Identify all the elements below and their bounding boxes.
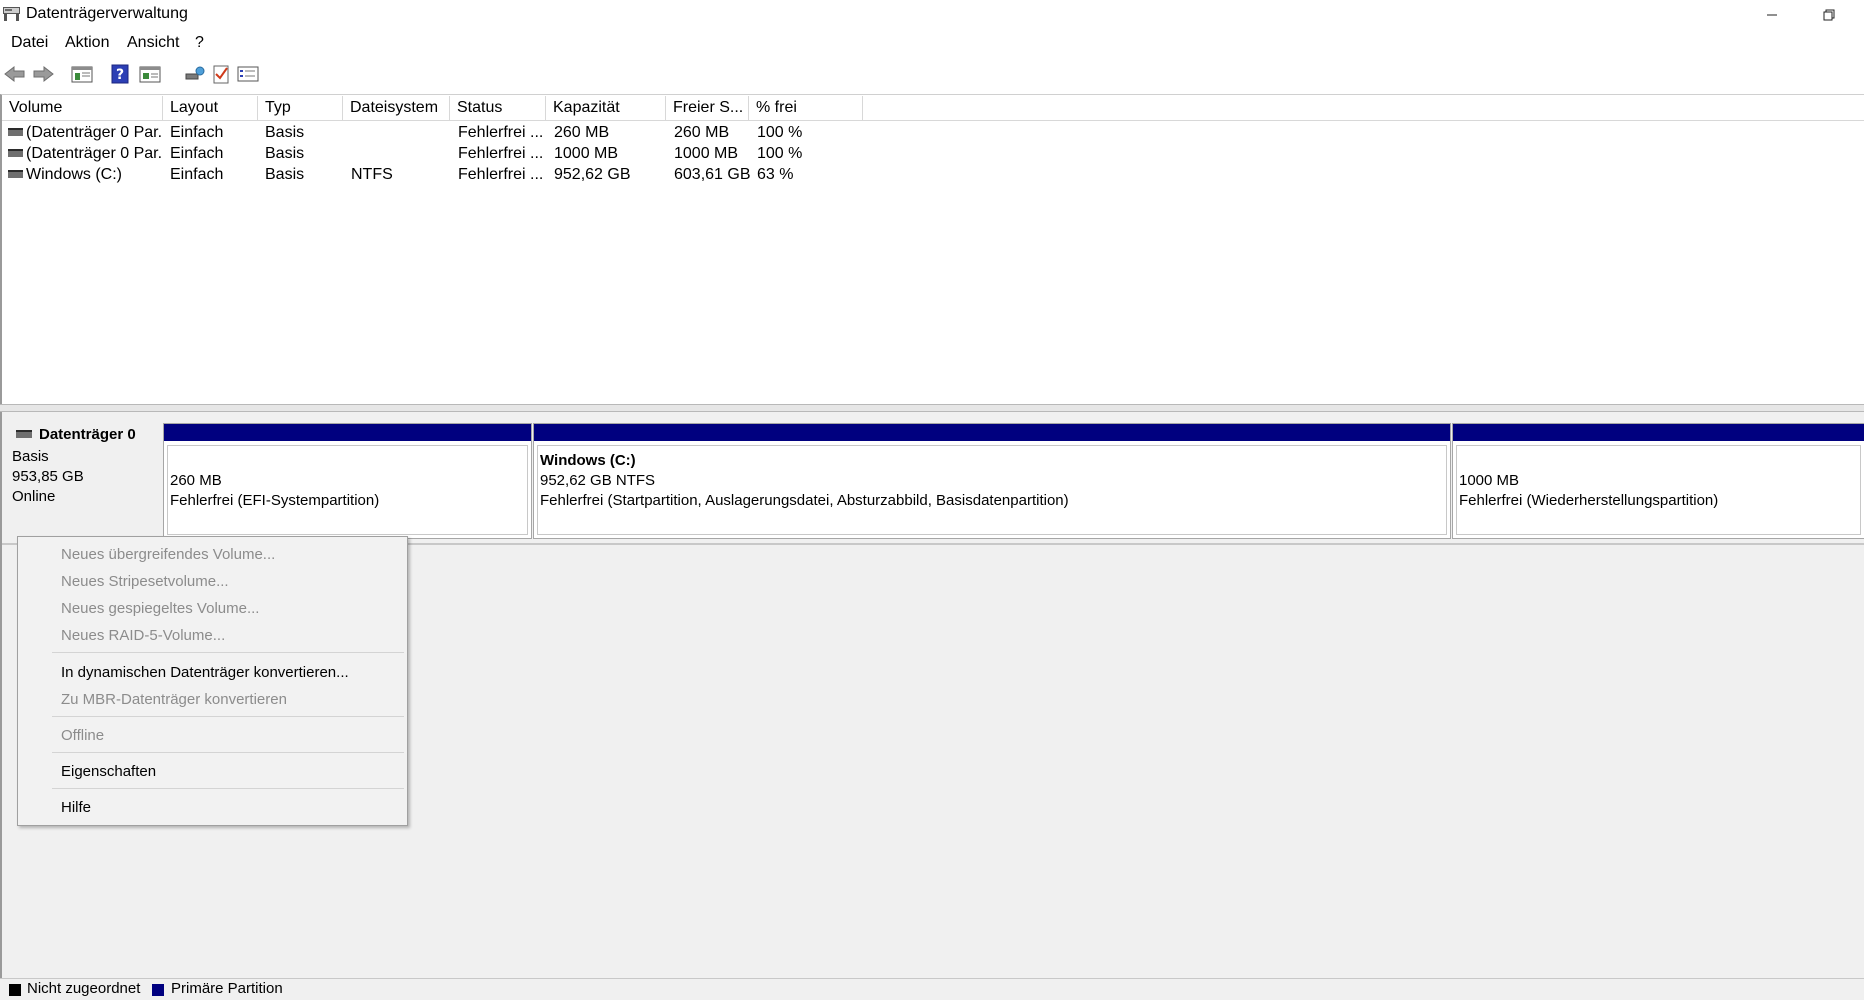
connect-icon[interactable]	[183, 62, 207, 86]
partition-color-bar	[534, 424, 1450, 441]
pane-splitter[interactable]	[0, 404, 1864, 412]
partition-windows-c[interactable]: Windows (C:) 952,62 GB NTFS Fehlerfrei (…	[533, 423, 1451, 539]
menu-item-offline: Offline	[61, 727, 105, 744]
properties-icon[interactable]	[138, 62, 162, 86]
column-header-status[interactable]: Status	[450, 96, 546, 120]
cell-volume: (Datenträger 0 Par...	[26, 145, 161, 162]
partition-body	[1456, 445, 1861, 535]
column-header-volume[interactable]: Volume	[2, 96, 163, 120]
menu-datei[interactable]: Datei	[11, 34, 48, 52]
column-header-kapazitaet[interactable]: Kapazität	[546, 96, 666, 120]
legend-label-primary: Primäre Partition	[171, 980, 283, 997]
cell-status: Fehlerfrei ...	[458, 166, 544, 183]
cell-prozent-frei: 100 %	[757, 124, 803, 141]
title-bar: Datenträgerverwaltung	[0, 0, 1864, 30]
partition-body	[167, 445, 528, 535]
disk-size: 953,85 GB	[12, 468, 84, 485]
window-title: Datenträgerverwaltung	[26, 5, 188, 22]
table-row[interactable]: (Datenträger 0 Par... Einfach Basis Fehl…	[2, 143, 1002, 164]
volume-list-header: Volume Layout Typ Dateisystem Status Kap…	[2, 96, 1864, 121]
cell-kapazitaet: 1000 MB	[554, 145, 619, 162]
legend-swatch-unallocated	[9, 984, 21, 996]
disk-type: Basis	[12, 448, 49, 465]
disk-info-panel[interactable]: Datenträger 0 Basis 953,85 GB Online	[3, 418, 161, 543]
partition-body	[537, 445, 1447, 535]
legend-bar: Nicht zugeordnet Primäre Partition	[0, 978, 1864, 1000]
cell-freier-speicher: 603,61 GB	[674, 166, 751, 183]
disk-context-menu: Neues übergreifendes Volume... Neues Str…	[17, 536, 408, 826]
volume-icon	[8, 128, 23, 136]
console-tree-icon[interactable]	[70, 62, 94, 86]
cell-status: Fehlerfrei ...	[458, 124, 544, 141]
cell-prozent-frei: 100 %	[757, 145, 803, 162]
cell-typ: Basis	[265, 145, 305, 162]
column-header-dateisystem[interactable]: Dateisystem	[343, 96, 450, 120]
menu-separator	[52, 716, 404, 717]
menu-separator	[52, 788, 404, 789]
cell-layout: Einfach	[170, 124, 224, 141]
cell-volume: Windows (C:)	[26, 166, 123, 183]
menu-item-new-striped-volume: Neues Stripesetvolume...	[61, 573, 229, 590]
list-view-icon[interactable]	[236, 62, 260, 86]
cell-status: Fehlerfrei ...	[458, 145, 544, 162]
minimize-button[interactable]	[1752, 0, 1792, 30]
column-header-typ[interactable]: Typ	[258, 96, 343, 120]
disk-name: Datenträger 0	[39, 426, 136, 443]
partition-recovery[interactable]: 1000 MB Fehlerfrei (Wiederherstellungspa…	[1452, 423, 1864, 539]
column-header-layout[interactable]: Layout	[163, 96, 258, 120]
menu-item-convert-dynamic[interactable]: In dynamischen Datenträger konvertieren.…	[61, 664, 349, 681]
partition-status: Fehlerfrei (Wiederherstellungspartition)	[1459, 492, 1719, 509]
menu-item-new-spanned-volume: Neues übergreifendes Volume...	[61, 546, 276, 563]
volume-icon	[8, 170, 23, 178]
menu-ansicht[interactable]: Ansicht	[127, 34, 179, 52]
table-row[interactable]: Windows (C:) Einfach Basis NTFS Fehlerfr…	[2, 164, 1002, 185]
cell-dateisystem: NTFS	[351, 166, 393, 183]
menu-item-properties[interactable]: Eigenschaften	[61, 763, 156, 780]
menu-item-new-raid5-volume: Neues RAID-5-Volume...	[61, 627, 226, 644]
forward-arrow-icon[interactable]	[31, 62, 55, 86]
toolbar: ?	[0, 58, 1864, 92]
menu-help[interactable]: ?	[195, 34, 204, 52]
volume-icon	[8, 149, 23, 157]
partition-size: 260 MB	[170, 472, 222, 489]
menu-aktion[interactable]: Aktion	[65, 34, 109, 52]
menu-item-help[interactable]: Hilfe	[61, 799, 91, 816]
cell-kapazitaet: 260 MB	[554, 124, 610, 141]
disk-state: Online	[12, 488, 56, 505]
cell-layout: Einfach	[170, 145, 224, 162]
partition-color-bar	[1453, 424, 1864, 441]
partition-efi[interactable]: 260 MB Fehlerfrei (EFI-Systempartition)	[163, 423, 532, 539]
partition-size: 952,62 GB NTFS	[540, 472, 656, 489]
cell-volume: (Datenträger 0 Par...	[26, 124, 161, 141]
disk-management-app-icon	[3, 7, 20, 21]
column-header-prozent-frei[interactable]: % frei	[749, 96, 863, 120]
cell-freier-speicher: 260 MB	[674, 124, 730, 141]
restore-button[interactable]	[1806, 0, 1852, 30]
cell-kapazitaet: 952,62 GB	[554, 166, 631, 183]
help-icon[interactable]: ?	[108, 62, 132, 86]
table-row[interactable]: (Datenträger 0 Par... Einfach Basis Fehl…	[2, 122, 1002, 143]
cell-layout: Einfach	[170, 166, 224, 183]
cell-typ: Basis	[265, 166, 305, 183]
menu-bar: Datei Aktion Ansicht ?	[0, 30, 1864, 58]
check-icon[interactable]	[209, 62, 233, 86]
partition-status: Fehlerfrei (Startpartition, Auslagerungs…	[540, 492, 1069, 509]
cell-freier-speicher: 1000 MB	[674, 145, 739, 162]
cell-typ: Basis	[265, 124, 305, 141]
menu-separator	[52, 752, 404, 753]
partition-title: Windows (C:)	[540, 452, 636, 469]
partition-status: Fehlerfrei (EFI-Systempartition)	[170, 492, 380, 509]
menu-item-convert-mbr: Zu MBR-Datenträger konvertieren	[61, 691, 287, 708]
partition-size: 1000 MB	[1459, 472, 1520, 489]
partition-color-bar	[164, 424, 531, 441]
menu-separator	[52, 652, 404, 653]
legend-swatch-primary	[152, 984, 164, 996]
legend-label-unallocated: Nicht zugeordnet	[27, 980, 141, 997]
cell-prozent-frei: 63 %	[757, 166, 794, 183]
column-header-freier-speicher[interactable]: Freier S...	[666, 96, 749, 120]
svg-text:?: ?	[116, 67, 124, 83]
disk-icon	[16, 430, 32, 438]
menu-item-new-mirrored-volume: Neues gespiegeltes Volume...	[61, 600, 260, 617]
back-arrow-icon[interactable]	[3, 62, 27, 86]
